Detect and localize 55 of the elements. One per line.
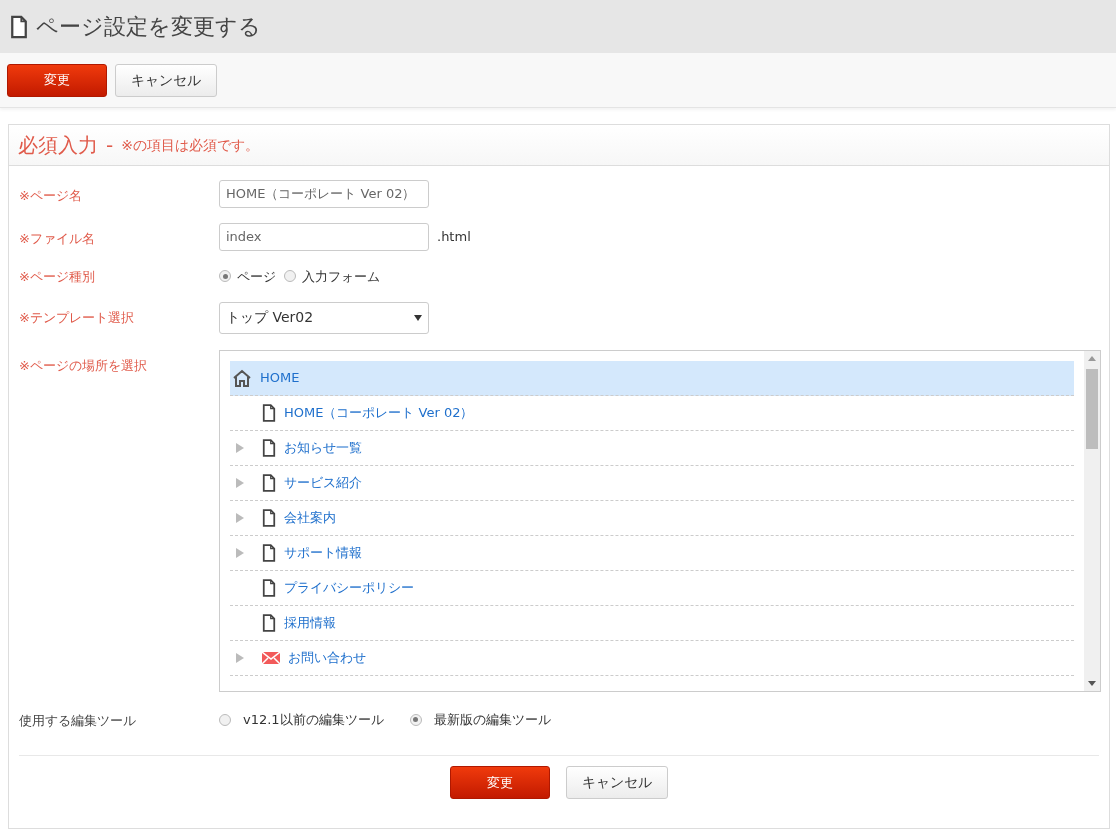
field-label: ※ページ種別	[19, 268, 96, 286]
field-label: ※ページの場所を選択	[19, 356, 148, 375]
tree-item[interactable]: HOME（コーポレート Ver 02）	[230, 395, 1074, 431]
tree-item[interactable]: サービス紹介	[230, 465, 1074, 501]
cancel-button[interactable]: キャンセル	[566, 766, 668, 799]
page-icon	[262, 473, 276, 492]
tree-item[interactable]: プライバシーポリシー	[230, 570, 1074, 606]
expand-arrow-icon[interactable]	[236, 652, 244, 663]
cancel-button[interactable]: キャンセル	[115, 63, 217, 97]
radio-label[interactable]: ページ	[237, 266, 276, 286]
scroll-up-icon[interactable]	[1088, 355, 1096, 361]
radio-button[interactable]	[284, 270, 296, 283]
page-icon	[262, 403, 276, 422]
radio-label[interactable]: 入力フォーム	[302, 266, 380, 286]
page-icon	[262, 543, 276, 562]
tree-item[interactable]: お知らせ一覧	[230, 430, 1074, 466]
field-label: 使用する編集ツール	[19, 711, 137, 730]
page-title: ページ設定を変更する	[36, 13, 261, 41]
scrollbar[interactable]	[1084, 350, 1100, 691]
radio-label[interactable]: v12.1以前の編集ツール	[243, 710, 384, 730]
template-select[interactable]: トップ Ver02	[219, 301, 429, 334]
heading-separator: -	[106, 132, 114, 159]
scrollbar-thumb[interactable]	[1086, 368, 1098, 449]
input-field[interactable]: HOME（コーポレート Ver 02）	[219, 180, 429, 208]
tree-item[interactable]: 会社案内	[230, 500, 1074, 536]
tree-item[interactable]: HOME	[230, 360, 1074, 396]
file-extension: .html	[437, 228, 471, 247]
input-field[interactable]: index	[219, 223, 429, 251]
expand-arrow-icon[interactable]	[236, 477, 244, 488]
section-heading: 必須入力	[18, 132, 98, 159]
expand-arrow-icon[interactable]	[236, 547, 244, 558]
caret-icon	[414, 314, 422, 321]
scroll-down-icon[interactable]	[1088, 680, 1096, 686]
radio-label[interactable]: 最新版の編集ツール	[433, 710, 551, 730]
expand-arrow-icon[interactable]	[236, 442, 244, 453]
tree-item[interactable]: サポート情報	[230, 535, 1074, 571]
required-note: ※の項目は必須です。	[121, 135, 259, 155]
field-label: ※ページ名	[19, 187, 83, 205]
home-icon	[232, 368, 252, 387]
page-icon	[262, 508, 276, 527]
page-icon	[262, 438, 276, 457]
radio-button[interactable]	[219, 270, 231, 283]
page-icon	[10, 14, 28, 39]
expand-arrow-icon[interactable]	[236, 512, 244, 523]
page-icon	[262, 578, 276, 597]
envelope-icon	[262, 651, 280, 664]
change-button[interactable]: 変更	[7, 63, 107, 97]
field-label: ※ファイル名	[19, 230, 96, 248]
tree-item[interactable]: 採用情報	[230, 605, 1074, 641]
field-label: ※テンプレート選択	[19, 308, 135, 327]
radio-button[interactable]	[219, 713, 231, 726]
tree-item[interactable]: お問い合わせ	[230, 640, 1074, 676]
page-icon	[262, 613, 276, 632]
change-button[interactable]: 変更	[450, 766, 550, 799]
radio-button[interactable]	[409, 713, 422, 726]
